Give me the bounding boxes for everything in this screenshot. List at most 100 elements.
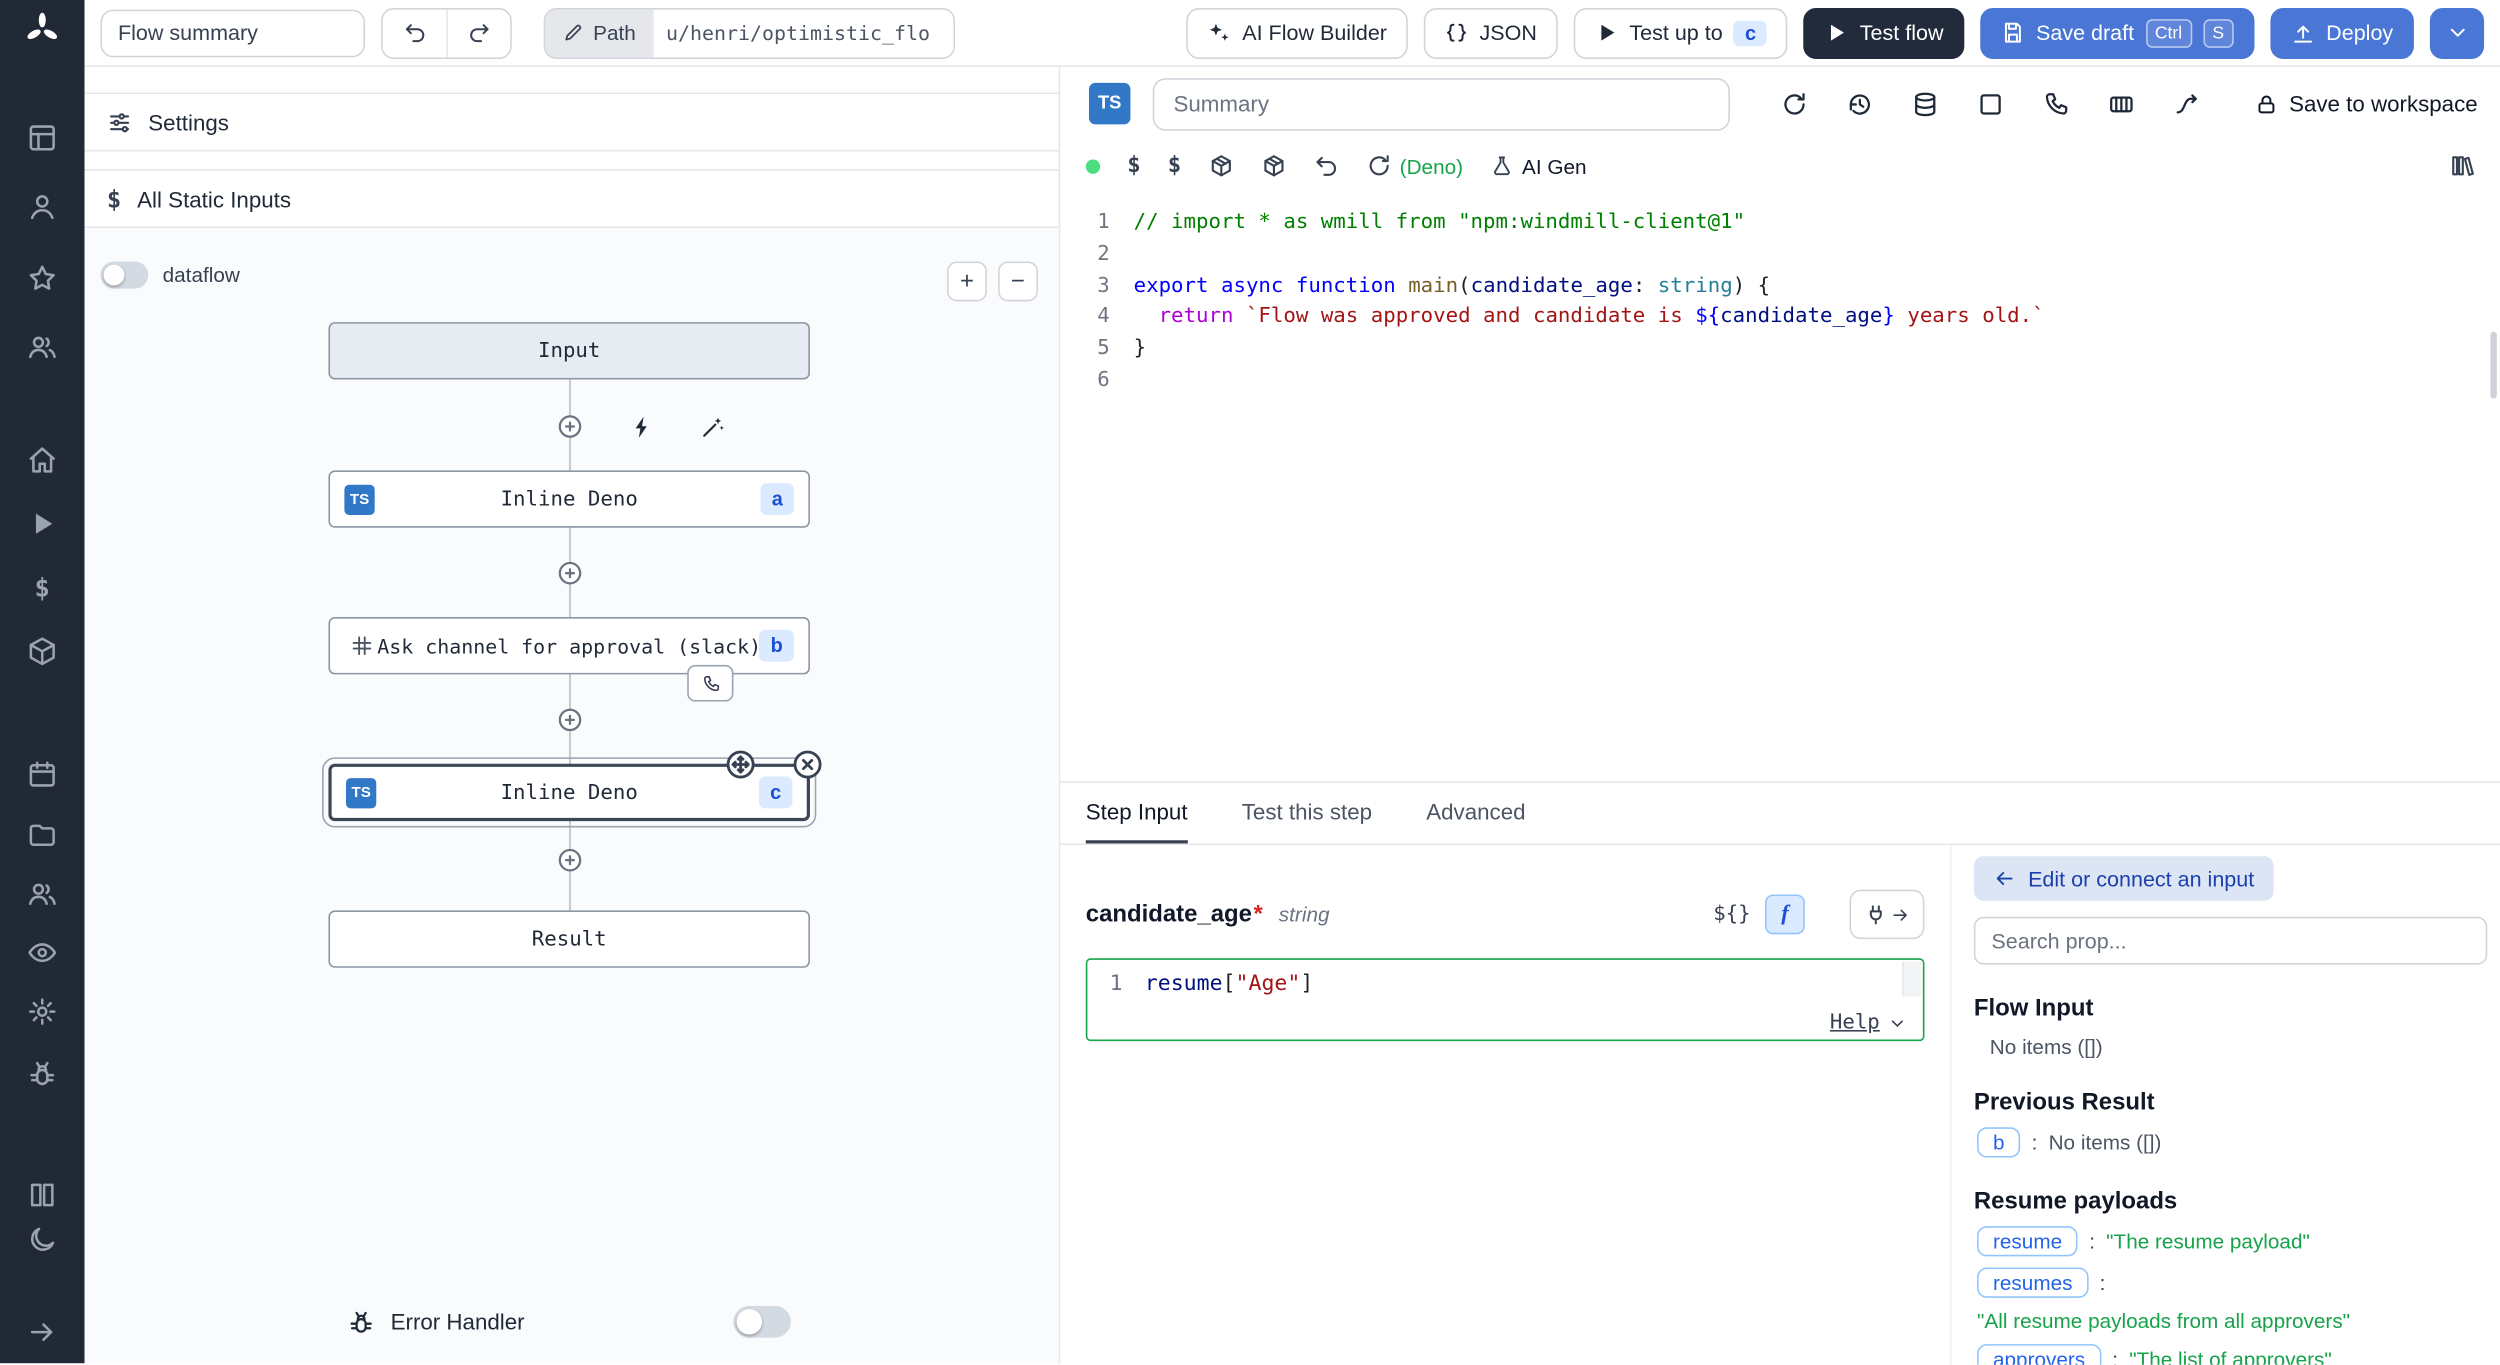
result-node[interactable]: Result xyxy=(328,910,810,967)
add-step-icon[interactable] xyxy=(556,706,583,733)
monaco-editor[interactable]: 123456 // import * as wmill from "npm:wi… xyxy=(1060,191,2500,781)
save-draft-button[interactable]: Save draft Ctrl S xyxy=(1980,7,2254,58)
zoom-in-button[interactable]: + xyxy=(947,261,987,301)
edit-or-connect-button[interactable]: Edit or connect an input xyxy=(1974,856,2273,901)
expression-editor[interactable]: 1 resume["Age"] Help xyxy=(1086,958,1925,1041)
restart-icon[interactable] xyxy=(1781,90,1808,117)
prop-chip-resume[interactable]: resume xyxy=(1977,1226,2078,1256)
reload-icon[interactable] xyxy=(1366,153,1392,179)
dataflow-toggle[interactable] xyxy=(100,261,148,288)
schedules-icon[interactable] xyxy=(27,759,57,789)
resource-picker-icon[interactable]: $ xyxy=(1168,153,1181,179)
add-step-icon[interactable] xyxy=(556,413,583,440)
ts-badge: TS xyxy=(344,484,374,514)
prop-chip-b[interactable]: b xyxy=(1977,1127,2020,1157)
tab-test-this-step[interactable]: Test this step xyxy=(1242,783,1372,844)
workers-icon[interactable] xyxy=(27,1059,57,1089)
static-inputs-label: All Static Inputs xyxy=(137,186,291,212)
flow-input-empty: No items ([]) xyxy=(1974,1035,2487,1059)
deploy-button[interactable]: Deploy xyxy=(2270,7,2414,58)
test-up-to-button[interactable]: Test up to c xyxy=(1574,7,1788,58)
apps-icon[interactable] xyxy=(27,123,57,153)
code-gutter: 123456 xyxy=(1060,207,1133,781)
ai-gen-label: AI Gen xyxy=(1522,154,1587,178)
container-icon[interactable] xyxy=(2108,90,2135,117)
field-row: candidate_age * string ${} f xyxy=(1086,890,1925,939)
undo-button[interactable] xyxy=(383,9,447,57)
editor-header-icons xyxy=(1781,90,2200,117)
reset-icon[interactable] xyxy=(1314,153,1340,179)
test-flow-button[interactable]: Test flow xyxy=(1804,7,1964,58)
prop-chip-approvers[interactable]: approvers xyxy=(1977,1344,2101,1365)
groups-icon[interactable] xyxy=(27,332,57,362)
expand-sidebar-icon[interactable] xyxy=(27,1317,57,1347)
package-icon[interactable] xyxy=(1208,153,1234,179)
package-icon[interactable] xyxy=(1261,153,1287,179)
members-icon[interactable] xyxy=(27,879,57,909)
static-inputs-row[interactable]: $ All Static Inputs xyxy=(85,169,1059,228)
path-edit-button[interactable]: Path xyxy=(545,9,653,57)
windmill-logo-icon[interactable] xyxy=(24,11,61,48)
node-b-id-badge: b xyxy=(760,630,795,662)
deploy-more-button[interactable] xyxy=(2430,7,2484,58)
redo-button[interactable] xyxy=(446,9,510,57)
flow-summary-input[interactable] xyxy=(100,9,365,57)
script-library-icon[interactable] xyxy=(2449,153,2475,179)
home-icon[interactable] xyxy=(27,445,57,475)
suspend-icon[interactable] xyxy=(2042,90,2069,117)
dark-mode-icon[interactable] xyxy=(27,1224,57,1254)
required-marker: * xyxy=(1254,901,1263,928)
sliders-icon xyxy=(107,109,133,135)
tab-step-input[interactable]: Step Input xyxy=(1086,783,1188,844)
favorites-icon[interactable] xyxy=(27,263,57,293)
suspend-approval-badge[interactable] xyxy=(687,665,733,702)
runtime-label: (Deno) xyxy=(1400,154,1463,178)
lock-icon xyxy=(2254,92,2278,116)
resources-icon[interactable] xyxy=(27,636,57,666)
save-to-workspace-button[interactable]: Save to workspace xyxy=(2254,91,2478,117)
step-node-c-selected[interactable]: TS Inline Deno c xyxy=(328,764,810,821)
variables-icon[interactable]: $ xyxy=(35,572,50,602)
add-step-icon[interactable] xyxy=(556,560,583,587)
fx-mode-button[interactable]: f xyxy=(1765,894,1805,934)
kbd-ctrl: Ctrl xyxy=(2145,18,2191,47)
right-panel: TS Save to workspace xyxy=(1060,67,2500,1363)
path-input[interactable] xyxy=(653,9,953,57)
expr-scrollbar[interactable] xyxy=(1902,961,1921,996)
help-link[interactable]: Help xyxy=(1830,1011,1907,1035)
input-node[interactable]: Input xyxy=(328,322,810,379)
json-button[interactable]: JSON xyxy=(1424,7,1558,58)
ai-gen-button[interactable]: AI Gen xyxy=(1490,154,1586,178)
preprocessor-wand-icon[interactable] xyxy=(700,415,726,441)
prop-chip-resumes[interactable]: resumes xyxy=(1977,1268,2088,1298)
step-summary-input[interactable] xyxy=(1153,77,1730,130)
folders-icon[interactable] xyxy=(27,820,57,850)
mock-route-icon[interactable] xyxy=(2173,90,2200,117)
user-icon[interactable] xyxy=(27,191,57,221)
variable-picker-icon[interactable]: $ xyxy=(1127,153,1140,179)
step-node-a[interactable]: TS Inline Deno a xyxy=(328,470,810,527)
step-tabs: Step Input Test this step Advanced xyxy=(1060,783,2500,845)
zoom-out-button[interactable]: − xyxy=(998,261,1038,301)
trigger-bolt-icon[interactable] xyxy=(630,415,656,441)
runtime-group: (Deno) xyxy=(1366,153,1463,179)
history-icon[interactable] xyxy=(1846,90,1873,117)
docs-icon[interactable] xyxy=(27,1180,57,1210)
error-handler-toggle[interactable] xyxy=(733,1306,790,1338)
connect-input-button[interactable] xyxy=(1850,890,1925,939)
search-prop-input[interactable] xyxy=(1974,917,2487,965)
cache-icon[interactable] xyxy=(1912,90,1939,117)
ai-flow-builder-label: AI Flow Builder xyxy=(1242,21,1387,45)
audit-logs-icon[interactable] xyxy=(27,938,57,968)
step-node-b[interactable]: Ask channel for approval (slack) b xyxy=(328,617,810,674)
ai-flow-builder-button[interactable]: AI Flow Builder xyxy=(1186,7,1407,58)
add-step-icon[interactable] xyxy=(556,847,583,874)
template-expr-button[interactable]: ${} xyxy=(1713,902,1750,926)
runs-icon[interactable] xyxy=(27,509,57,539)
settings-icon[interactable] xyxy=(27,997,57,1027)
window-icon[interactable] xyxy=(1977,90,2004,117)
tab-advanced[interactable]: Advanced xyxy=(1426,783,1525,844)
delete-step-icon[interactable] xyxy=(791,748,824,781)
flow-settings-row[interactable]: Settings xyxy=(85,92,1059,151)
move-handle-icon[interactable] xyxy=(724,748,757,781)
